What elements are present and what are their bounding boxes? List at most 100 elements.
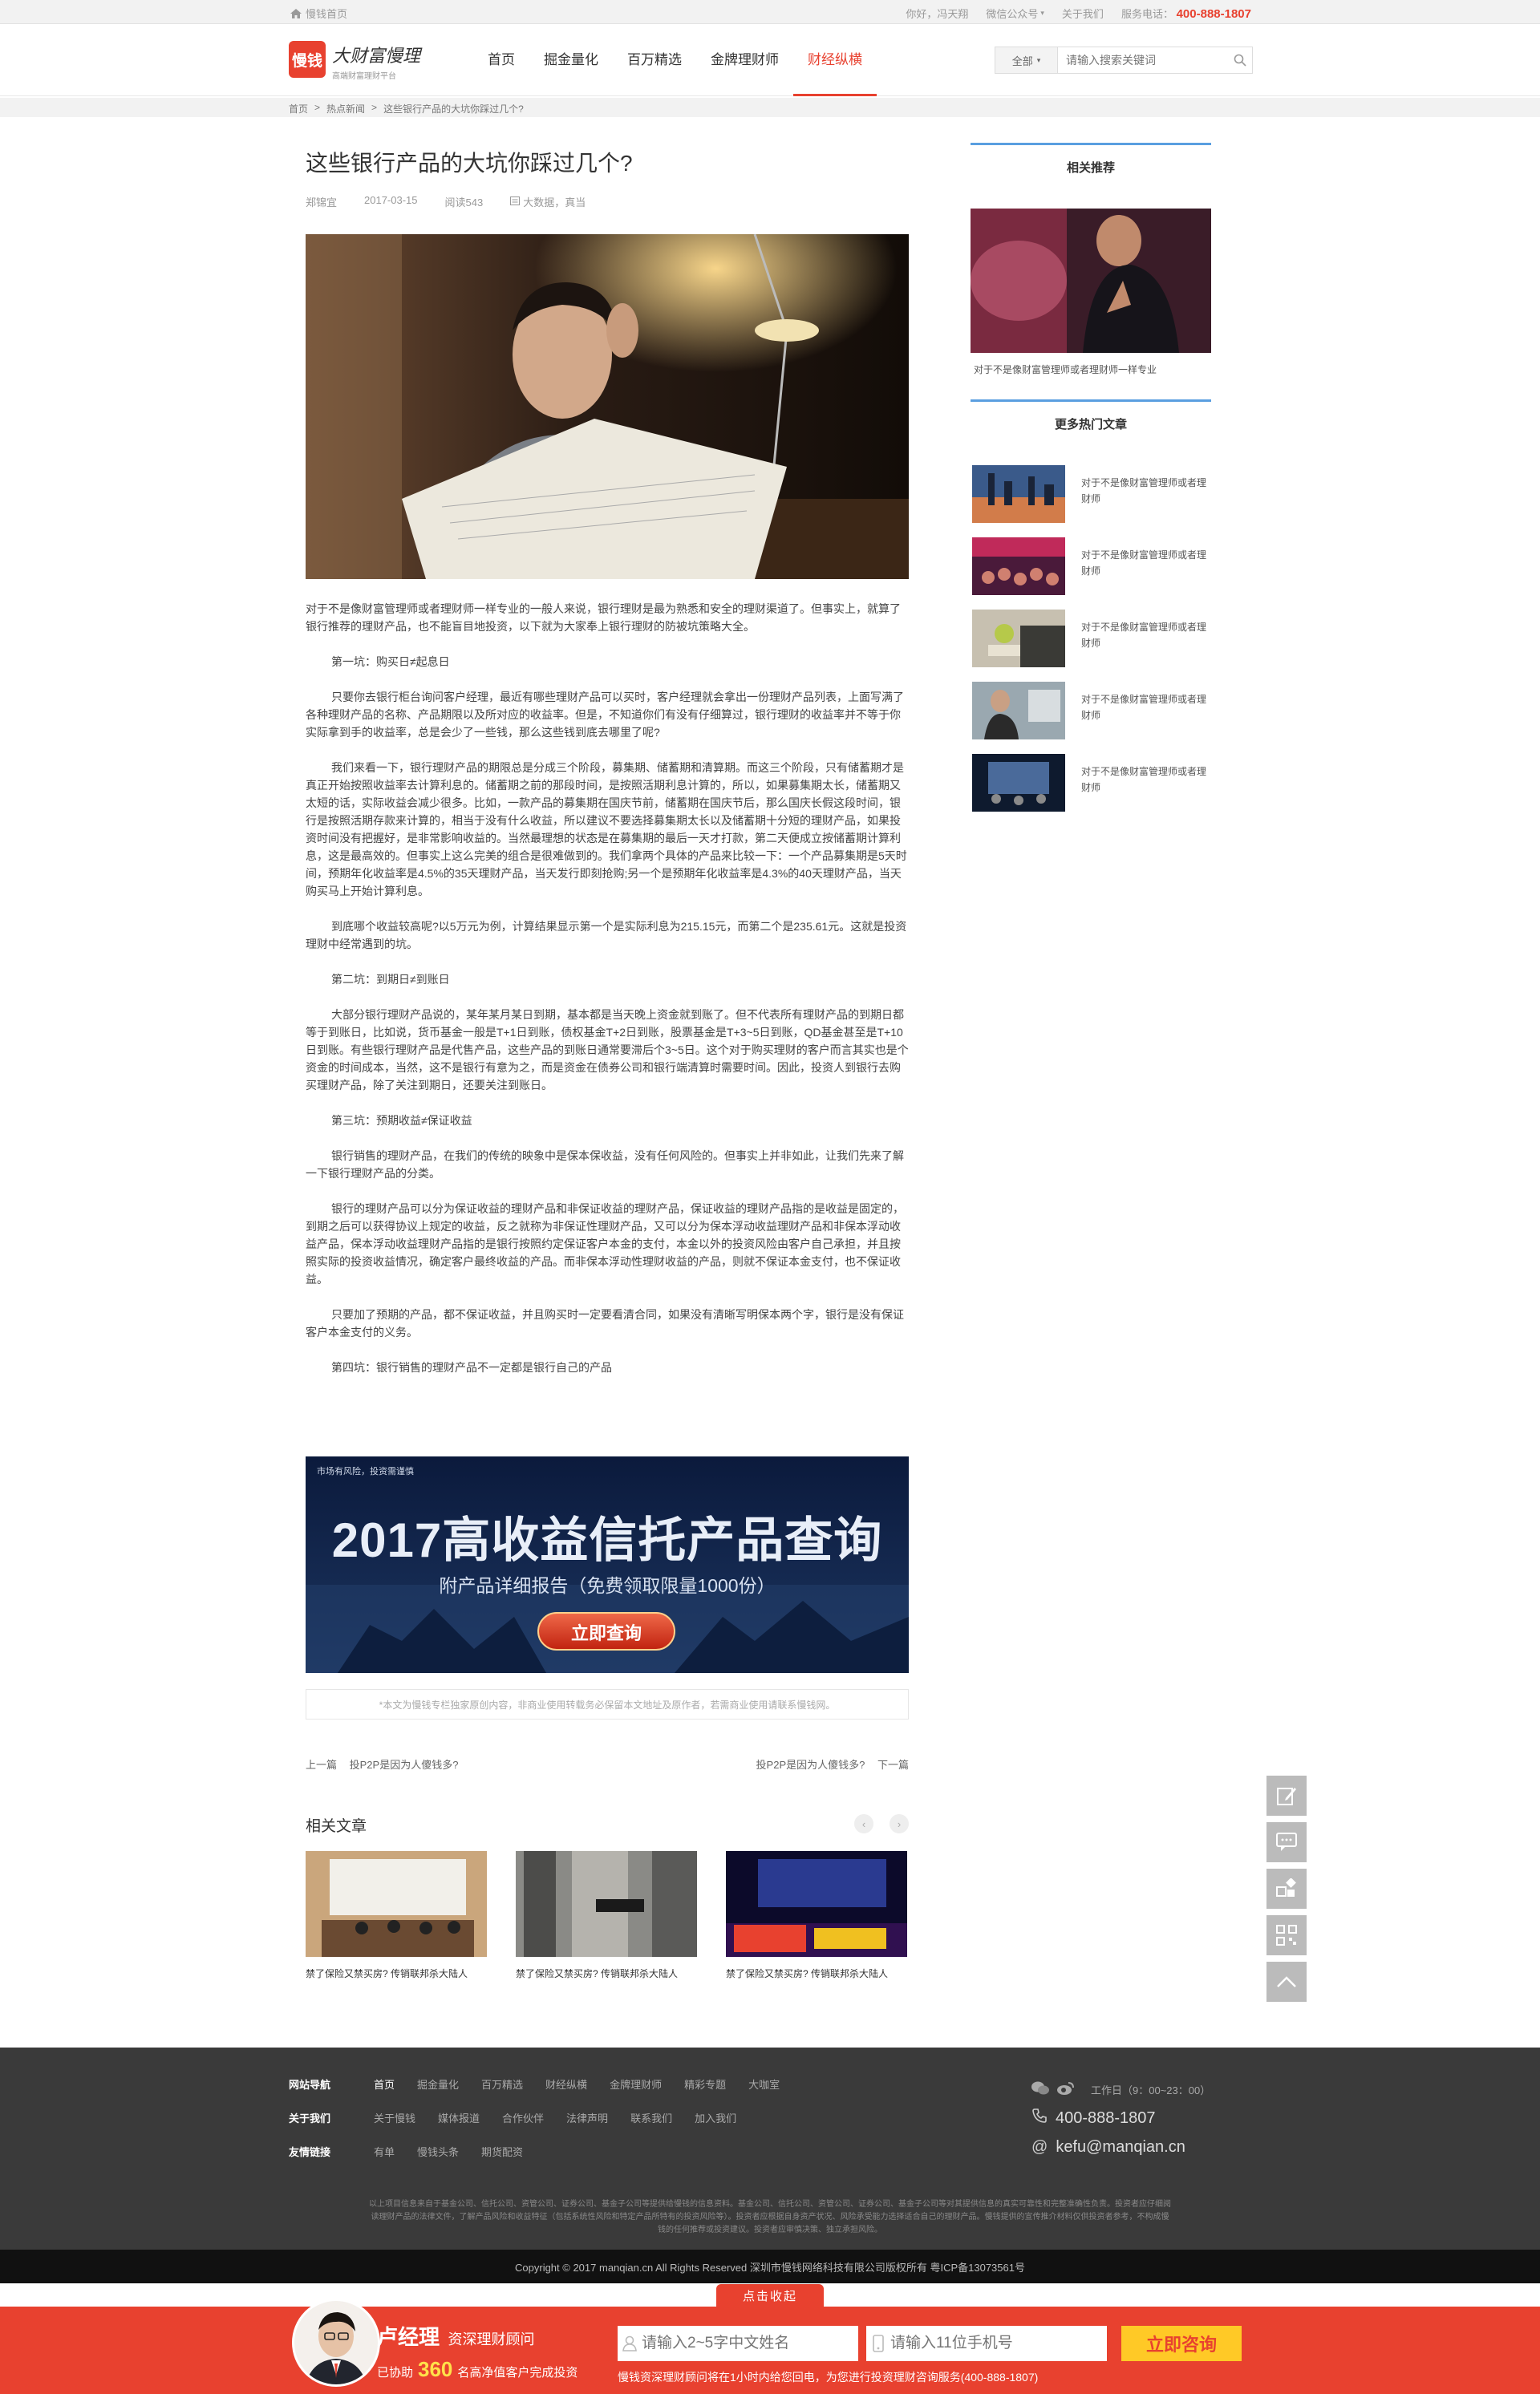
footer-link[interactable]: 掘金量化 [417, 2076, 459, 2092]
hot-heading: 更多热门文章 [971, 399, 1211, 446]
related-card[interactable]: 禁了保险又禁买房? 传销联邦杀大陆人 [516, 1851, 697, 1980]
footer-link[interactable]: 期货配资 [481, 2144, 523, 2159]
weibo-icon[interactable] [1057, 2081, 1075, 2098]
footer-link[interactable]: 加入我们 [695, 2110, 736, 2125]
nav-item-finance-news[interactable]: 财经纵横 [793, 48, 877, 96]
footer-link[interactable]: 精彩专题 [684, 2076, 726, 2092]
article-hero-image [306, 234, 909, 579]
footer-link[interactable]: 首页 [374, 2076, 395, 2092]
breadcrumb-separator: > [314, 102, 321, 113]
footer-link[interactable]: 财经纵横 [545, 2076, 587, 2092]
related-caption: 禁了保险又禁买房? 传销联邦杀大陆人 [726, 1968, 889, 1979]
carousel-prev-icon[interactable]: ‹ [854, 1814, 873, 1833]
footer-link[interactable]: 有单 [374, 2144, 395, 2159]
footer-link[interactable]: 法律声明 [566, 2110, 608, 2125]
related-articles-title: 相关文章 [306, 1818, 367, 1835]
nav-item-quant[interactable]: 掘金量化 [529, 48, 613, 96]
footer-disclaimer: 以上项目信息来自于基金公司、信托公司、资管公司、证券公司、基金子公司等提供给慢钱… [369, 2200, 1171, 2234]
related-card[interactable]: 禁了保险又禁买房? 传销联邦杀大陆人 [726, 1851, 907, 1980]
logo[interactable]: 慢钱 [289, 41, 326, 78]
work-hours: 工作日（9：00~23：00） [1091, 2084, 1211, 2096]
hot-article-item[interactable]: 对于不是像财富管理师或者理财师 [971, 465, 1211, 523]
related-card[interactable]: 禁了保险又禁买房? 传销联邦杀大陆人 [306, 1851, 487, 1980]
hot-article-title: 对于不是像财富管理师或者理财师 [1081, 549, 1207, 577]
chevron-down-icon: ▾ [1040, 9, 1044, 17]
carousel-next-icon[interactable]: › [890, 1814, 909, 1833]
footer-link[interactable]: 大咖室 [748, 2076, 780, 2092]
site-header: 慢钱 大财富慢理 高端财富理财平台 首页 掘金量化 百万精选 金牌理财师 财经纵… [0, 24, 1540, 96]
breadcrumb-home[interactable]: 首页 [289, 102, 308, 115]
breadcrumb: 首页 > 热点新闻 > 这些银行产品的大坑你踩过几个? [0, 98, 1540, 117]
wechat-icon[interactable] [1031, 2081, 1049, 2098]
footer-link[interactable]: 媒体报道 [438, 2110, 480, 2125]
prev-article-link[interactable]: 上一篇 投P2P是因为人傻钱多? [306, 1756, 458, 1772]
home-link[interactable]: 慢钱首页 [290, 6, 347, 21]
search-input[interactable] [1058, 47, 1228, 73]
hot-article-item[interactable]: 对于不是像财富管理师或者理财师 [971, 682, 1211, 739]
footer-link[interactable]: 联系我们 [630, 2110, 672, 2125]
search-scope-value: 全部 [1011, 55, 1033, 67]
tag-icon [510, 196, 521, 208]
next-label: 下一篇 [877, 1759, 909, 1771]
edit-icon[interactable] [1266, 1776, 1307, 1816]
footer-about-row: 关于我们 关于慢钱 媒体报道 合作伙伴 法律声明 联系我们 加入我们 [289, 2110, 759, 2125]
article-author: 郑锦宜 [306, 196, 338, 209]
nav-item-selected[interactable]: 百万精选 [613, 48, 696, 96]
footer-link[interactable]: 慢钱头条 [417, 2144, 459, 2159]
article-title: 这些银行产品的大坑你踩过几个? [306, 151, 633, 176]
ad-banner[interactable]: 市场有风险，投资需谨慎 2017高收益信托产品查询 附产品详细报告（免费领取限量… [306, 1456, 909, 1673]
main-nav: 首页 掘金量化 百万精选 金牌理财师 财经纵横 [473, 48, 877, 96]
helped-count: 360 [418, 2357, 453, 2381]
ad-headline: 2017高收益信托产品查询 [331, 1513, 883, 1567]
search-scope-select[interactable]: 全部 ▾ [995, 47, 1058, 73]
consult-bar: 卢经理 资深理财顾问 已协助 360 名高净值客户完成投资 立即咨询 慢钱资深理… [0, 2299, 1540, 2394]
footer-link[interactable]: 金牌理财师 [610, 2076, 662, 2092]
about-link[interactable]: 关于我们 [1062, 6, 1104, 21]
consult-submit-button[interactable]: 立即咨询 [1121, 2326, 1242, 2361]
qrcode-icon[interactable] [1266, 1915, 1307, 1955]
back-to-top-icon[interactable] [1266, 1962, 1307, 2002]
footer-link[interactable]: 关于慢钱 [374, 2110, 415, 2125]
hot-article-item[interactable]: 对于不是像财富管理师或者理财师 [971, 537, 1211, 595]
consult-submit-label: 立即咨询 [1145, 2335, 1217, 2355]
related-carousel-controls: ‹ › [854, 1814, 909, 1833]
related-thumbnail [306, 1851, 487, 1957]
chat-icon[interactable] [1266, 1822, 1307, 1862]
prev-label: 上一篇 [306, 1759, 338, 1771]
article-paragraph: 银行销售的理财产品，在我们的传统的映象中是保本保收益，没有任何风险的。但事实上并… [306, 1149, 904, 1180]
featured-image[interactable] [971, 209, 1211, 353]
footer-link[interactable]: 百万精选 [481, 2076, 523, 2092]
next-article-link[interactable]: 投P2P是因为人傻钱多? 下一篇 [756, 1756, 909, 1772]
hot-article-item[interactable]: 对于不是像财富管理师或者理财师 [971, 754, 1211, 812]
article-body: 对于不是像财富管理师或者理财师一样专业的一般人来说，银行理财是最为熟悉和安全的理… [306, 600, 909, 1394]
collapse-button[interactable]: 点击收起 [716, 2284, 824, 2307]
floating-toolbar [1266, 1776, 1307, 2008]
apps-icon[interactable] [1266, 1869, 1307, 1909]
footer-link[interactable]: 合作伙伴 [502, 2110, 544, 2125]
hot-article-item[interactable]: 对于不是像财富管理师或者理财师 [971, 610, 1211, 667]
nav-item-advisor[interactable]: 金牌理财师 [696, 48, 793, 96]
hot-article-thumbnail [972, 682, 1065, 739]
user-greeting[interactable]: 你好，冯天翔 [906, 6, 968, 21]
phone-input[interactable] [890, 2326, 1107, 2361]
logo-slogan-main: 大财富慢理 [332, 47, 421, 67]
breadcrumb-category[interactable]: 热点新闻 [326, 102, 365, 115]
article-paragraph: 第三坑：预期收益≠保证收益 [331, 1114, 472, 1127]
copyright-note: *本文为慢钱专栏独家原创内容，非商业使用转载务必保留本文地址及原作者，若需商业使… [306, 1689, 909, 1720]
site-footer: 网站导航 首页 掘金量化 百万精选 财经纵横 金牌理财师 精彩专题 大咖室 关于… [0, 2048, 1540, 2250]
logo-slogan: 大财富慢理 高端财富理财平台 [332, 42, 420, 81]
hot-article-title: 对于不是像财富管理师或者理财师 [1081, 622, 1207, 649]
footer-friend-row: 友情链接 有单 慢钱头条 期货配资 [289, 2144, 545, 2159]
wechat-link[interactable]: 微信公众号 ▾ [986, 6, 1044, 21]
name-input[interactable] [642, 2326, 858, 2361]
name-field[interactable] [618, 2326, 858, 2361]
article-reads: 阅读543 [444, 196, 484, 209]
article-meta: 郑锦宜 2017-03-15 阅读543 大数据，真当 [306, 194, 586, 209]
hot-article-thumbnail [972, 610, 1065, 667]
phone-field[interactable] [866, 2326, 1107, 2361]
footer-friend-label: 友情链接 [289, 2146, 331, 2158]
nav-item-home[interactable]: 首页 [473, 48, 529, 96]
user-icon [618, 2335, 642, 2351]
search-icon[interactable] [1228, 47, 1252, 73]
prev-title: 投P2P是因为人傻钱多? [349, 1759, 459, 1771]
